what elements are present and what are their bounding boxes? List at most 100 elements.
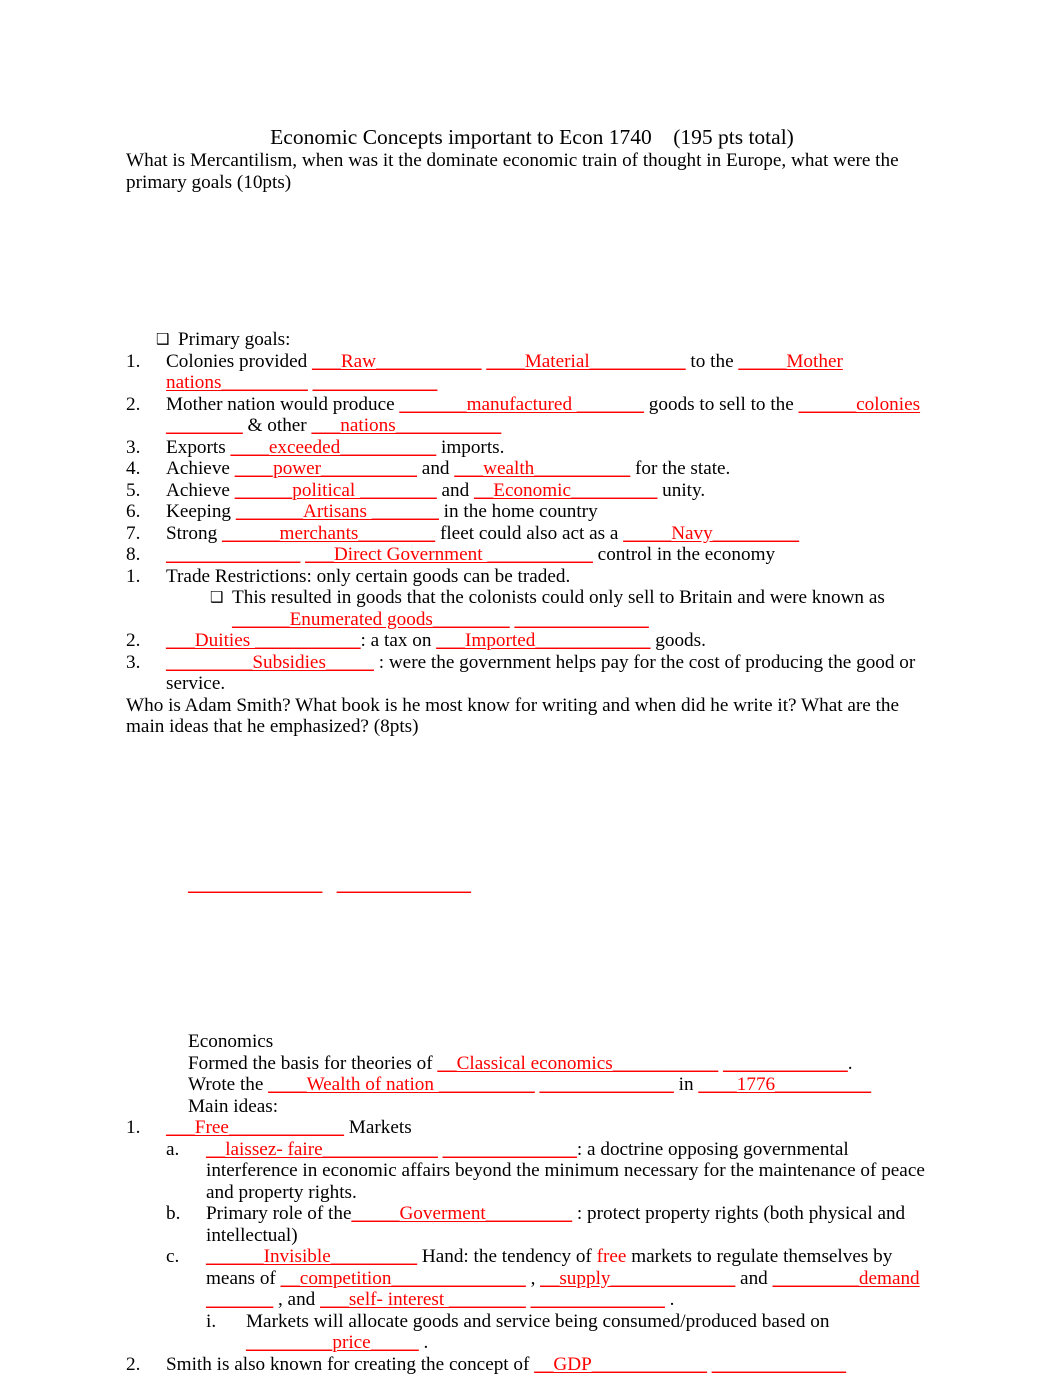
answer-blank[interactable]: _______manufactured _______ (399, 394, 644, 415)
answer-blank[interactable]: __supply_____________ (540, 1268, 735, 1289)
answer-blank[interactable]: __laissez- faire____________ (206, 1139, 438, 1160)
economics-section: Economics Formed the basis for theories … (126, 1031, 938, 1117)
answer-blank[interactable]: ___Raw___________ (312, 351, 481, 372)
main-ideas-container: 1. ___Free____________ Markets a. __laissez… (126, 1117, 938, 1377)
question-mercantilism: What is Mercantilism, when was it the do… (126, 150, 899, 193)
answer-blank[interactable]: _____Goverment_________ (351, 1203, 572, 1224)
standalone-blank-right[interactable]: ______________ (337, 874, 471, 895)
answer-blank[interactable]: ___Imported____________ (436, 630, 650, 651)
list-item: 8. ______________ ___Direct Government __… (126, 544, 938, 566)
answer-blank[interactable]: __competition______________ (281, 1268, 526, 1289)
economics-basis-blank[interactable]: _____________ (723, 1053, 848, 1074)
answer-space-adam-smith-continued[interactable] (126, 895, 938, 1031)
static-text: Achieve (166, 479, 235, 501)
list-item: 1. Colonies provided ___Raw___________ __… (126, 351, 938, 394)
static-text: , and (273, 1289, 321, 1310)
list-marker: i. (206, 1310, 217, 1332)
static-text: Keeping (166, 501, 236, 522)
list-item: ❑ This resulted in goods that the colonis… (210, 587, 938, 630)
static-text: in the home country (438, 501, 598, 522)
answer-blank[interactable]: ____Material__________ (486, 351, 685, 372)
list-item: 6. Keeping _______Artisans _______ in the… (126, 501, 938, 523)
economics-wrote-answer[interactable]: ____Wealth of nation __________ (268, 1074, 535, 1095)
list-marker: b. (166, 1203, 181, 1224)
static-text: imports. (436, 436, 505, 458)
answer-blank[interactable]: _____Navy_________ (623, 523, 799, 544)
standalone-answer-blanks[interactable]: ______________ ______________ (126, 874, 938, 896)
static-text: goods to sell to the (644, 393, 799, 415)
answer-blank[interactable]: ___Free____________ (166, 1117, 344, 1138)
static-text: Markets will allocate goods and service … (246, 1310, 830, 1332)
answer-blank[interactable]: _________Subsidies_____ (166, 652, 374, 673)
primary-goals-heading: Primary goals: (178, 329, 291, 350)
document-page: Economic Concepts important to Econ 1740… (0, 0, 1062, 1377)
economics-basis-answer[interactable]: __Classical economics___________ (437, 1053, 718, 1074)
economics-basis-suffix: . (847, 1052, 853, 1074)
list-item: 2. Mother nation would produce _______man… (126, 394, 938, 437)
answer-blank[interactable]: ______merchants________ (222, 523, 435, 544)
static-text: , (525, 1267, 541, 1289)
list-item: 2. Smith is also known for creating the c… (126, 1354, 938, 1377)
document-body: Economic Concepts important to Econ 1740… (126, 124, 938, 1377)
answer-blank[interactable]: ______political ________ (235, 480, 437, 501)
answer-blank[interactable]: ___wealth__________ (454, 458, 630, 479)
answer-space-mercantilism[interactable] (126, 193, 938, 329)
answer-blank[interactable]: __GDP____________ (534, 1354, 707, 1375)
empty-blank[interactable]: ______________ (531, 1289, 665, 1310)
answer-blank[interactable]: ___nations___________ (312, 415, 502, 436)
answer-blank[interactable]: ___self- interest ________ (320, 1289, 526, 1310)
primary-goals-list: ❑ Primary goals: (126, 329, 938, 351)
economics-wrote-blank[interactable]: ______________ (540, 1074, 674, 1095)
list-marker: 2. (126, 1353, 141, 1375)
static-text: for the state. (630, 458, 731, 479)
static-text: to the (685, 350, 739, 372)
list-marker: 3. (126, 436, 141, 458)
empty-blank[interactable]: ______________ (166, 544, 300, 565)
answer-blank[interactable]: __Economic_________ (474, 480, 657, 501)
page-title: Economic Concepts important to Econ 1740… (270, 125, 794, 149)
list-marker: 2. (126, 393, 141, 415)
answer-space-adam-smith[interactable] (126, 738, 938, 874)
empty-blank[interactable]: _____________ (313, 372, 438, 393)
static-text: Strong (166, 522, 222, 544)
economics-wrote-prefix: Wrote the (188, 1074, 269, 1095)
answer-blank[interactable]: _________price_____ (246, 1332, 419, 1353)
static-text: . (664, 1289, 675, 1310)
answer-blank[interactable]: ___Direct Government ___________ (305, 544, 593, 565)
empty-blank[interactable]: ______________ (443, 1139, 577, 1160)
answer-blank[interactable]: ______Enumerated goods________ (232, 609, 510, 630)
answer-blank[interactable]: ____exceeded__________ (231, 437, 437, 458)
answer-blank[interactable]: ____power__________ (235, 458, 417, 479)
answer-blank[interactable]: ______Invisible_________ (206, 1246, 417, 1267)
bullet-icon: ❑ (210, 588, 224, 606)
answer-blank[interactable]: _______Artisans _______ (236, 501, 439, 522)
list-marker: 1. (126, 350, 141, 372)
standalone-blank-left[interactable]: ______________ (188, 874, 322, 895)
static-text: Exports (166, 436, 231, 458)
economics-wrote-year[interactable]: ____1776__________ (698, 1074, 871, 1095)
economics-heading: Economics (188, 1031, 274, 1052)
list-item: 3. Exports ____exceeded__________ imports… (126, 437, 938, 459)
answer-blank[interactable]: ___Duities ___________ (166, 630, 361, 651)
list-item: 7. Strong ______merchants________ fleet c… (126, 523, 938, 545)
static-text: & other (242, 415, 312, 436)
economics-basis-prefix: Formed the basis for theories of (188, 1052, 438, 1074)
list-marker: 3. (126, 651, 141, 673)
static-text: Markets (344, 1117, 412, 1138)
economics-wrote-middle: in (678, 1074, 699, 1095)
static-text: fleet could also act as a (435, 522, 624, 544)
static-text: Trade Restrictions: only certain goods c… (166, 565, 571, 587)
list-marker: 5. (126, 479, 141, 501)
enumerated-goods-bullet-list: ❑ This resulted in goods that the colonis… (166, 587, 938, 630)
list-item: 4. Achieve ____power__________ and ___wea… (126, 458, 938, 480)
list-item: i. Markets will allocate goods and servic… (206, 1311, 938, 1354)
list-item: a. __laissez- faire____________ _________… (166, 1139, 938, 1204)
static-text: Achieve (166, 458, 235, 479)
empty-blank[interactable]: ______________ (514, 609, 648, 630)
list-item: c. ______Invisible_________ Hand: the ten… (166, 1246, 938, 1354)
list-item: b. Primary role of the_____Goverment_____… (166, 1203, 938, 1246)
list-marker: c. (166, 1246, 180, 1267)
static-text: : a tax on (360, 630, 437, 651)
list-item: 3. _________Subsidies_____ : were the gov… (126, 652, 938, 695)
empty-blank[interactable]: ______________ (712, 1354, 846, 1375)
